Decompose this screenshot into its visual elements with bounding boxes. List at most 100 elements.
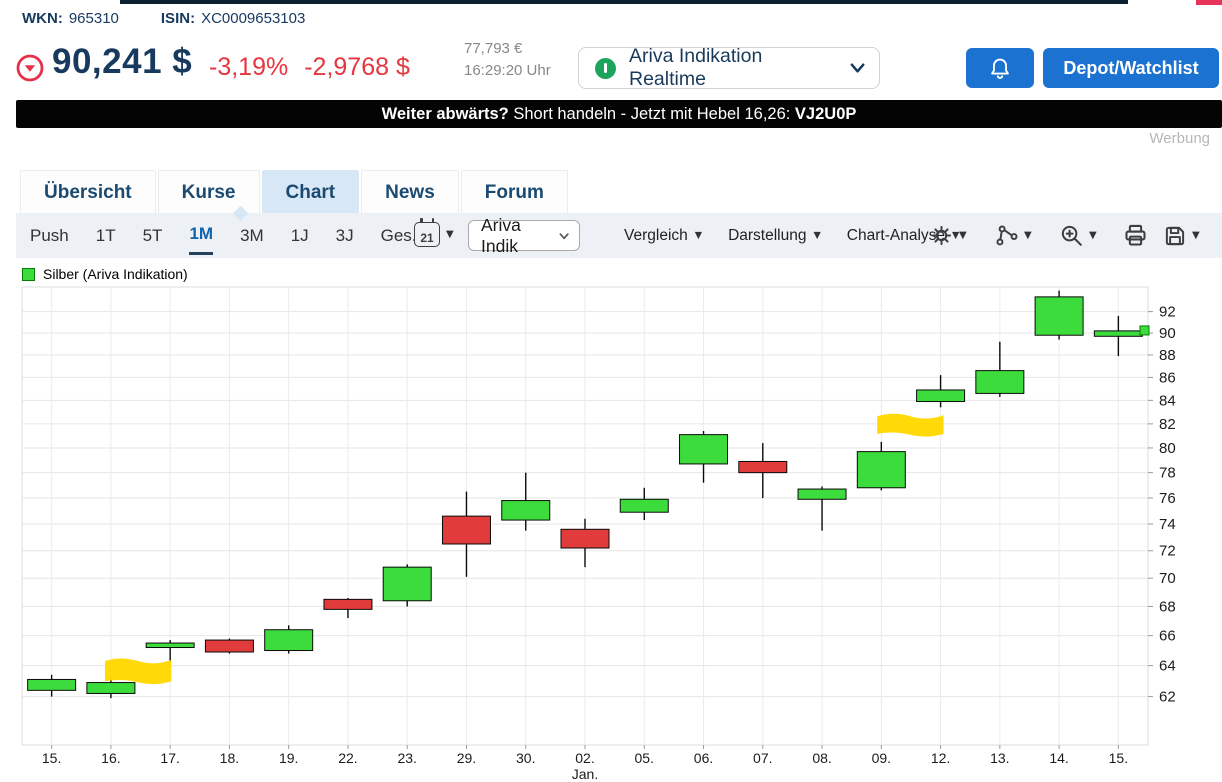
calendar-button[interactable]: 21 ▼ [414,222,454,247]
highlight-annotation [877,414,943,437]
candle-body [680,435,728,464]
range-3j[interactable]: 3J [336,213,354,258]
indicators-button[interactable]: ▼ [994,213,1032,258]
quote-source-dropdown[interactable]: Ariva Indikation Realtime [578,47,880,89]
chevron-down-icon: ▼ [959,230,967,241]
y-axis-label: 92 [1159,304,1176,321]
tab-kurse[interactable]: Kurse [158,170,260,213]
candle-12-07 [739,443,787,498]
candle-15-12 [917,375,965,407]
printer-icon [1122,222,1149,249]
chevron-down-icon: ▼ [446,229,454,240]
candle-body [265,630,313,651]
price-eur: 77,793 € [464,38,551,60]
candle-7-29 [442,492,490,577]
x-axis-label: 17. [160,750,179,766]
ad-code: VJ2U0P [795,105,856,124]
arrow-down-circle-icon [15,53,45,83]
candle-6-23 [383,564,431,606]
quote-source-label: Ariva Indikation Realtime [629,45,835,91]
candle-body [917,390,965,402]
notifications-button[interactable] [966,48,1034,88]
x-axis-label: 23. [397,750,416,766]
save-button[interactable]: ▼ [1162,213,1200,258]
range-push[interactable]: Push [30,213,69,258]
candle-14-09 [857,442,905,490]
y-axis-label: 90 [1159,325,1176,342]
x-axis-label: 09. [872,750,891,766]
change-percent: -3,19% [209,53,288,82]
candle-body [442,516,490,544]
price-change: -3,19% -2,9768 $ [209,53,410,82]
candle-body [146,643,194,647]
candle-body [561,529,609,548]
range-3m[interactable]: 3M [240,213,264,258]
candle-body [798,489,846,499]
calendar-day: 21 [420,231,433,245]
isin-value: XC0009653103 [201,10,305,27]
y-axis-label: 82 [1159,416,1176,433]
x-axis-label: 19. [279,750,298,766]
y-axis-label: 78 [1159,465,1176,482]
print-button[interactable] [1122,213,1149,258]
y-axis-label: 64 [1159,658,1176,675]
save-icon [1162,223,1188,249]
ad-banner[interactable]: Weiter abwärts? Short handeln - Jetzt mi… [16,100,1222,128]
range-1j[interactable]: 1J [291,213,309,258]
tab-forum[interactable]: Forum [461,170,568,213]
chevron-down-icon [848,60,867,76]
chart-toolbar: Push 1T 5T 1M 3M 1J 3J Ges. 21 ▼ Ariva Indik Ve… [16,213,1222,258]
range-1t[interactable]: 1T [96,213,116,258]
y-axis-label: 72 [1159,543,1176,560]
x-axis-label: 07. [753,750,772,766]
y-axis-label: 80 [1159,440,1176,457]
candle-2-17 [146,640,194,663]
x-axis-label: 22. [338,750,357,766]
x-axis-label: 15. [42,750,61,766]
chevron-down-icon: ▼ [1192,230,1200,241]
current-price: 90,241 $ [52,42,192,82]
tab-news[interactable]: News [361,170,459,213]
range-ges[interactable]: Ges. [381,213,417,258]
legend-marker [22,268,35,281]
x-axis-label: 08. [812,750,831,766]
menu-vergleich[interactable]: Vergleich ▼ [624,227,702,245]
isin-label: ISIN: [161,10,195,27]
chevron-down-icon [558,231,570,241]
y-axis-label: 86 [1159,369,1176,386]
indicators-icon [994,223,1020,249]
candle-18-15 [1094,316,1142,356]
tab-chart[interactable]: Chart [262,170,360,213]
settings-icon [928,222,955,249]
zoom-in-icon [1058,222,1085,249]
chevron-down-icon: ▼ [695,230,702,241]
last-price-marker [1140,326,1149,335]
y-axis-label: 66 [1159,628,1176,645]
x-axis-label: 05. [635,750,654,766]
candle-body [324,599,372,609]
candle-body [205,640,253,652]
range-5t[interactable]: 5T [143,213,163,258]
instrument-select[interactable]: Ariva Indik [468,220,580,251]
calendar-icon: 21 [414,222,440,247]
candle-11-06 [680,431,728,483]
range-1m[interactable]: 1M [189,213,213,255]
settings-button[interactable]: ▼ [928,213,967,258]
chevron-down-icon: ▼ [1024,230,1032,241]
depot-watchlist-button[interactable]: Depot/Watchlist [1043,48,1219,88]
candle-10-05 [620,488,668,520]
tab-ubersicht[interactable]: Übersicht [20,170,156,213]
candle-4-19 [265,625,313,653]
candle-body [502,501,550,520]
menu-label: Vergleich [624,227,688,245]
bell-icon [987,55,1013,81]
price-chart[interactable]: 6264666870727476788082848688909215.16.17… [0,285,1222,782]
zoom-button[interactable]: ▼ [1058,213,1097,258]
menu-darstellung[interactable]: Darstellung▼ [728,227,821,245]
candle-16-13 [976,342,1024,397]
x-axis-label: 30. [516,750,535,766]
quote-time: 16:29:20 Uhr [464,60,551,82]
y-axis-label: 70 [1159,570,1176,587]
candle-body [976,371,1024,394]
y-axis-label: 62 [1159,689,1176,706]
